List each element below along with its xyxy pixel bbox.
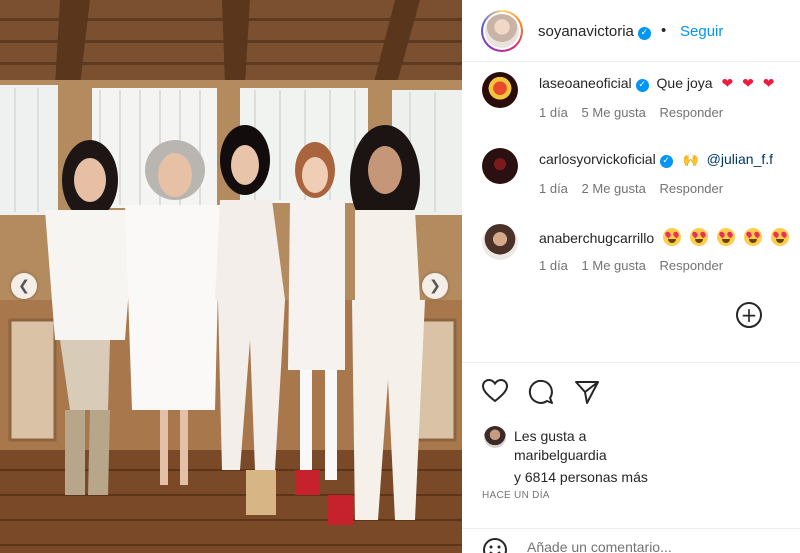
red-heart-emoji-icon: ❤	[762, 76, 775, 92]
comment-text: Que joya	[656, 75, 713, 91]
comment-time[interactable]: 1 día	[539, 181, 568, 196]
liker-username[interactable]: maribelguardia	[514, 447, 607, 463]
post-actions	[462, 362, 800, 422]
red-heart-emoji-icon: ❤	[721, 76, 734, 92]
heart-eyes-emoji-icon	[716, 228, 735, 246]
follow-button[interactable]: Seguir	[680, 23, 723, 40]
reply-button[interactable]: Responder	[660, 181, 724, 196]
comment-body: carlosyorvickoficial ✓ 🙌 @julian_f.f	[539, 151, 773, 168]
likes-intro: Les gusta a	[514, 428, 587, 444]
separator-dot: •	[661, 22, 667, 39]
comment-meta: 1 día 5 Me gusta Responder	[539, 105, 733, 120]
post-sidebar: soyanavictoria ✓ • Seguir laseoaneoficial…	[462, 0, 800, 553]
paper-plane-icon[interactable]	[574, 379, 600, 405]
comment-time[interactable]: 1 día	[539, 105, 568, 120]
comment-likes[interactable]: 5 Me gusta	[582, 105, 646, 120]
author-username-row: soyanavictoria ✓	[538, 23, 651, 40]
carousel-prev-button[interactable]: ❮	[11, 273, 37, 299]
comment-meta: 1 día 2 Me gusta Responder	[539, 181, 733, 196]
heart-eyes-emoji-icon	[689, 228, 708, 246]
emoji-smile-icon[interactable]	[482, 537, 508, 553]
heart-outline-icon[interactable]	[482, 379, 508, 403]
comment-item: anaberchugcarrillo 1 día 1 Me gusta Resp…	[462, 220, 800, 280]
heart-eyes-emoji-icon	[663, 228, 682, 246]
raised-hands-emoji-icon: 🙌	[682, 153, 699, 168]
verified-badge-icon: ✓	[659, 155, 673, 168]
comment-avatar[interactable]	[482, 224, 518, 260]
comment-mention-link[interactable]: @julian_f.f	[707, 151, 773, 167]
comment-bubble-icon[interactable]	[528, 379, 554, 405]
photo-scene	[0, 0, 462, 553]
post-header: soyanavictoria ✓ • Seguir	[462, 0, 800, 62]
window	[0, 85, 58, 215]
comment-username[interactable]: laseoaneoficial	[539, 75, 632, 91]
comment-item: laseoaneoficial ✓ Que joya ❤ ❤ ❤ 1 día 5 …	[462, 67, 800, 127]
author-username[interactable]: soyanavictoria	[538, 23, 634, 40]
comment-input[interactable]	[527, 539, 767, 553]
carousel-next-button[interactable]: ❯	[422, 273, 448, 299]
comment-avatar[interactable]	[482, 72, 518, 108]
heart-eyes-emoji-icon	[743, 228, 762, 246]
comment-username[interactable]: anaberchugcarrillo	[539, 230, 654, 246]
verified-badge-icon: ✓	[637, 27, 651, 40]
comment-time[interactable]: 1 día	[539, 258, 568, 273]
comment-body: laseoaneoficial ✓ Que joya ❤ ❤ ❤	[539, 75, 774, 92]
comment-avatar[interactable]	[482, 148, 518, 184]
comment-username[interactable]: carlosyorvickoficial	[539, 151, 656, 167]
likes-count[interactable]: y 6814 personas más	[514, 469, 648, 485]
verified-badge-icon: ✓	[635, 79, 649, 92]
author-avatar[interactable]	[481, 10, 523, 52]
red-heart-emoji-icon: ❤	[742, 76, 754, 92]
post-photo[interactable]: ❮ ❯	[0, 0, 462, 553]
reply-button[interactable]: Responder	[660, 258, 724, 273]
comment-likes[interactable]: 2 Me gusta	[582, 181, 646, 196]
post-date[interactable]: HACE UN DÍA	[482, 490, 550, 501]
comment-likes[interactable]: 1 Me gusta	[582, 258, 646, 273]
add-comment-bar	[462, 528, 800, 553]
reply-button[interactable]: Responder	[660, 105, 724, 120]
comment-meta: 1 día 1 Me gusta Responder	[539, 258, 733, 273]
heart-eyes-emoji-icon	[770, 228, 789, 246]
comment-item: carlosyorvickoficial ✓ 🙌 @julian_f.f 1 dí…	[462, 143, 800, 203]
load-more-comments-icon[interactable]: +	[736, 302, 762, 328]
liker-avatar[interactable]	[484, 426, 506, 448]
comment-body: anaberchugcarrillo	[539, 228, 789, 246]
